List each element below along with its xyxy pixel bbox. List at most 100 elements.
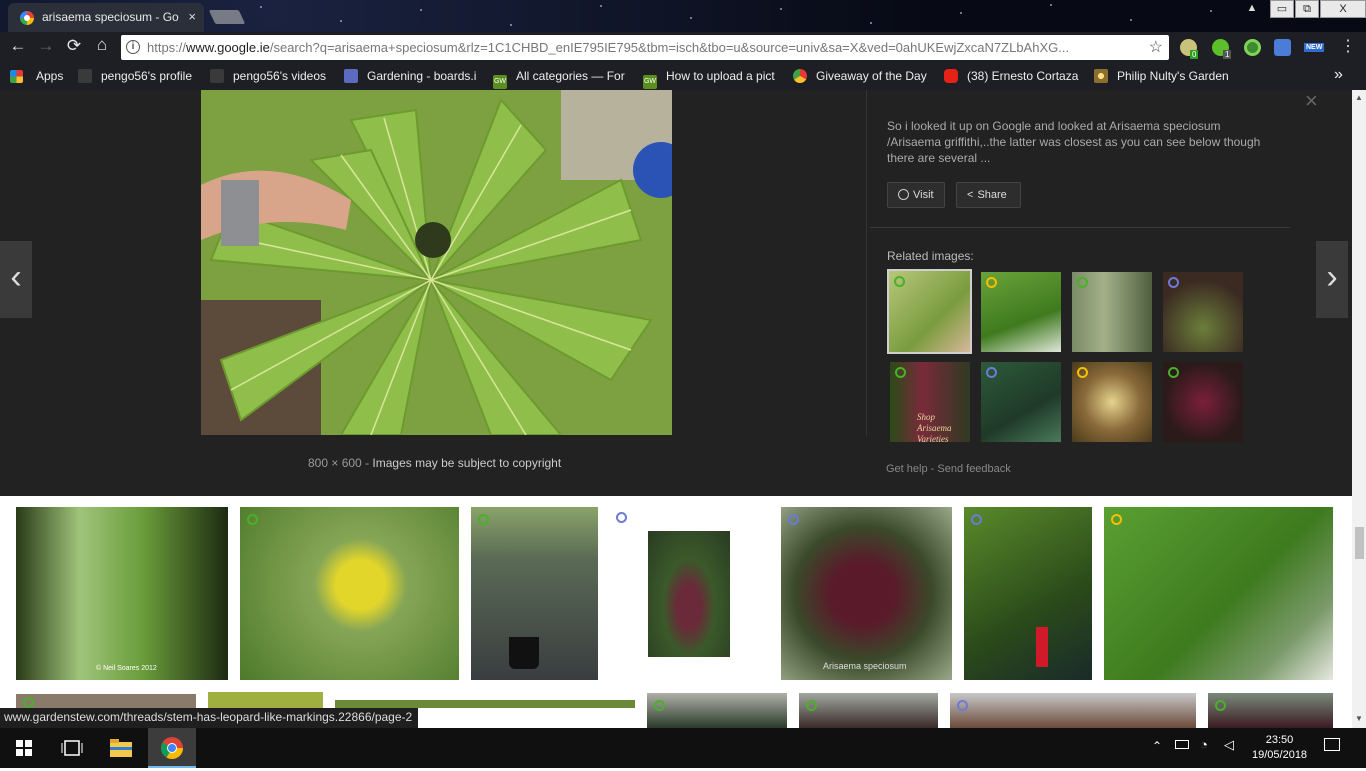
result-image[interactable] (208, 692, 323, 708)
result-image[interactable] (240, 507, 459, 680)
related-image[interactable] (1163, 362, 1243, 442)
title-bar: arisaema speciosum - Go × ▲ ▭ ⧉ X (0, 0, 1366, 32)
globe-icon (898, 189, 909, 200)
site-info-icon[interactable]: i (126, 40, 140, 54)
gw-icon: GW (643, 75, 657, 89)
share-button[interactable]: < Share (956, 182, 1021, 208)
pot (509, 637, 539, 669)
preview-image[interactable] (201, 90, 672, 435)
get-help-link[interactable]: Get help (886, 463, 928, 475)
page-scrollbar[interactable]: ▲ ▼ (1352, 90, 1366, 728)
forward-button[interactable]: → (36, 36, 56, 56)
file-explorer-button[interactable] (97, 728, 145, 768)
boards-icon (344, 69, 358, 83)
result-image[interactable] (16, 694, 196, 708)
bookmark-pengo-videos[interactable]: pengo56's videos (210, 69, 334, 83)
gardening-icon (210, 69, 224, 83)
divider (870, 227, 1290, 228)
browser-tab[interactable]: arisaema speciosum - Go × (8, 3, 204, 32)
result-thumbnail (648, 531, 730, 657)
home-button[interactable]: ⌂ (92, 35, 112, 55)
menu-icon[interactable]: ⋮ (1340, 36, 1356, 56)
help-links: Get help - Send feedback (886, 463, 1011, 475)
task-view-icon (61, 740, 83, 756)
result-image[interactable] (612, 507, 764, 680)
info-badge-icon (788, 514, 799, 525)
plant-leaves-image (201, 90, 672, 435)
related-image[interactable] (1163, 272, 1243, 352)
reload-button[interactable]: ⟳ (64, 36, 84, 56)
info-badge-icon (971, 514, 982, 525)
bookmark-ernesto[interactable]: (38) Ernesto Cortaza (944, 69, 1082, 83)
bookmark-gardening-boards[interactable]: Gardening - boards.i (344, 69, 482, 83)
shopping-badge-icon (986, 277, 997, 288)
scroll-down-icon[interactable]: ▼ (1355, 714, 1363, 723)
wifi-icon[interactable]: ◔ (1200, 737, 1208, 752)
scrollbar-thumb[interactable] (1355, 527, 1364, 559)
minimize-button[interactable]: ▭ (1270, 0, 1294, 18)
result-image[interactable] (964, 507, 1092, 680)
back-button[interactable]: ← (8, 36, 28, 56)
bookmarks-overflow-button[interactable]: » (1334, 66, 1343, 84)
image-dimensions: 800 × 600 (308, 456, 362, 470)
bookmark-giveaway[interactable]: Giveaway of the Day (793, 69, 933, 83)
show-hidden-icons-button[interactable]: ⌃ (1152, 739, 1162, 753)
related-image[interactable] (981, 272, 1061, 352)
info-badge-icon (1168, 277, 1179, 288)
chrome-taskbar-button[interactable] (148, 728, 196, 768)
windows-icon (16, 740, 32, 756)
extension-icon[interactable] (1244, 39, 1261, 56)
visit-button[interactable]: Visit (887, 182, 945, 208)
new-extension-icon[interactable]: NEW (1304, 43, 1325, 52)
result-image[interactable] (950, 693, 1196, 728)
restore-button[interactable]: ⧉ (1295, 0, 1319, 18)
close-viewer-button[interactable]: × (1305, 88, 1318, 114)
plant-tag (1036, 627, 1048, 667)
task-view-button[interactable] (48, 728, 96, 768)
previous-image-button[interactable]: ‹ (0, 241, 32, 318)
new-tab-button[interactable] (208, 10, 246, 24)
bookmark-pengo-profile[interactable]: pengo56's profile (78, 69, 200, 83)
result-image[interactable] (1208, 693, 1333, 728)
bookmark-how-to-upload[interactable]: GW How to upload a pict (643, 69, 781, 89)
shopping-badge-icon (1111, 514, 1122, 525)
taskbar: ⌃ ◔ ◁ 23:50 19/05/2018 (0, 728, 1366, 768)
related-image[interactable] (1072, 272, 1152, 352)
taskbar-clock[interactable]: 23:50 19/05/2018 (1252, 733, 1307, 763)
user-profile-icon[interactable]: ▲ (1242, 0, 1262, 18)
related-images-title: Related images: (887, 249, 974, 263)
result-image[interactable]: © Neil Soares 2012 (16, 507, 228, 680)
start-button[interactable] (0, 728, 48, 768)
scroll-up-icon[interactable]: ▲ (1355, 93, 1363, 102)
gif-badge-icon (1215, 700, 1226, 711)
gif-badge-icon (1077, 277, 1088, 288)
bookmark-star-icon[interactable]: ☆ (1149, 37, 1163, 57)
action-center-icon[interactable] (1324, 738, 1340, 751)
close-window-button[interactable]: X (1320, 0, 1366, 18)
bookmark-philip-nulty[interactable]: Philip Nulty's Garden (1094, 69, 1232, 83)
result-image[interactable]: Arisaema speciosum (781, 507, 952, 680)
related-image[interactable] (981, 362, 1061, 442)
extension-icon[interactable] (1274, 39, 1291, 56)
volume-icon[interactable]: ◁ (1224, 737, 1234, 753)
result-image[interactable] (647, 693, 787, 728)
bookmark-apps[interactable]: Apps (10, 69, 70, 83)
related-image[interactable]: Shop Arisaema Varieties (890, 362, 970, 442)
send-feedback-link[interactable]: Send feedback (937, 463, 1010, 475)
result-image[interactable] (471, 507, 598, 680)
address-bar[interactable]: i https://www.google.ie/search?q=arisaem… (121, 35, 1169, 60)
info-badge-icon (986, 367, 997, 378)
result-image[interactable] (335, 700, 635, 708)
battery-icon[interactable] (1175, 740, 1189, 749)
tab-close-button[interactable]: × (188, 9, 196, 24)
gif-badge-icon (23, 697, 34, 708)
related-image[interactable] (1072, 362, 1152, 442)
chrome-icon (161, 737, 183, 759)
result-image[interactable] (799, 693, 938, 728)
youtube-icon (944, 69, 958, 83)
next-image-button[interactable]: › (1316, 241, 1348, 318)
result-image[interactable] (1104, 507, 1333, 680)
related-image[interactable] (887, 269, 972, 354)
apps-grid-icon (10, 70, 23, 83)
bookmark-all-categories[interactable]: GW All categories — For (493, 69, 629, 89)
